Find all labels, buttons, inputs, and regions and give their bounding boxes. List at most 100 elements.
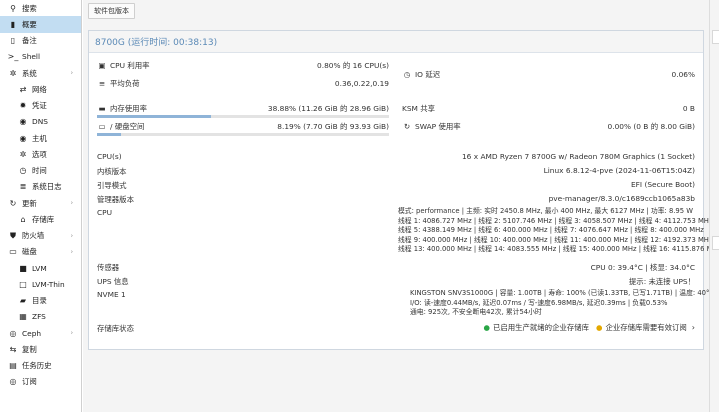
repo-ok-text: 已启用生产就绪的企业存储库 [492, 323, 590, 332]
sidebar-item[interactable]: ✲ 选项 [0, 146, 81, 162]
nvme-info-line: I/O: 读-速度0.44MB/s, 延迟0.07ms / 写-速度6.98MB… [410, 298, 668, 307]
disk-space-bar-fill [97, 133, 121, 136]
io-delay-label: IO 延迟 [415, 69, 441, 79]
chevron-right-icon: › [70, 329, 73, 337]
repo-status-value[interactable]: ● 已启用生产就绪的企业存储库 ● 企业存储库需要有效订阅 › [483, 322, 695, 333]
load-average-value: 0.36,0.22,0.19 [334, 78, 389, 88]
swap-row: ↻ SWAP 使用率 [402, 120, 461, 132]
memory-usage-bar [97, 115, 389, 118]
sidebar-item[interactable]: ◷ 时间 [0, 163, 81, 179]
cpu-usage-label: CPU 利用率 [110, 60, 150, 70]
sidebar-item[interactable]: ▤ 任务历史 [0, 358, 81, 374]
note-icon: ▯ [10, 36, 16, 46]
cpu-info-label: CPU [97, 208, 113, 217]
square-outline-icon: □ [19, 279, 27, 289]
sidebar-item-label: 磁盘 [22, 247, 37, 257]
disk-space-label: / 硬盘空间 [110, 121, 145, 131]
summary-panel: 8700G (运行时间: 00:38:13) ▣ CPU 利用率 0.80% 的… [88, 30, 719, 350]
right-panel-edge [709, 0, 719, 412]
sidebar-item[interactable]: ⚲ 搜索 [0, 0, 81, 16]
cpu-usage-value: 0.80% 的 16 CPU(s) [317, 60, 389, 70]
ups-value: 提示: 未连接 UPS！ [628, 277, 695, 286]
ksm-label: KSM 共享 [402, 103, 436, 113]
ksm-row: KSM 共享 [402, 102, 435, 114]
sidebar-item-label: LVM-Thin [32, 279, 65, 289]
refresh-icon: ↻ [9, 198, 17, 208]
cpu-info-block: 模式: performance | 主频: 实时 2450.8 MHz, 最小 … [398, 207, 719, 255]
package-versions-button[interactable]: 软件包版本 [88, 3, 135, 19]
kernel-label: 内核版本 [97, 167, 127, 176]
toolbar: 软件包版本 [83, 0, 709, 22]
sidebar-item-label: 防火墙 [22, 231, 45, 241]
sidebar-item[interactable]: ↻ 更新 › [0, 195, 81, 211]
clock-icon: ◷ [19, 166, 27, 176]
sidebar-item[interactable]: ✹ 凭证 [0, 98, 81, 114]
sidebar-item[interactable]: ■ LVM [0, 260, 81, 276]
sidebar-item[interactable]: ≣ 系统日志 [0, 179, 81, 195]
nvme-info-block: KINGSTON SNV3S1000G | 容量: 1.00TB | 寿命: 1… [410, 289, 714, 318]
sidebar-item[interactable]: ⇄ 网络 [0, 81, 81, 97]
right-panel-tab[interactable] [712, 30, 719, 44]
sidebar-item[interactable]: ⌂ 存储库 [0, 211, 81, 227]
retweet-icon: ⇆ [9, 344, 17, 354]
load-average-label: 平均负荷 [110, 78, 140, 88]
sidebar-item-label: Shell [22, 52, 41, 62]
sidebar-item-label: 概要 [22, 19, 37, 29]
list-alt-icon: ▤ [9, 361, 17, 371]
terminal-icon: >_ [7, 52, 19, 62]
sidebar-item[interactable]: ⛊ 防火墙 › [0, 228, 81, 244]
sidebar-item-label: 网络 [32, 84, 47, 94]
exchange-icon: ⇄ [19, 84, 27, 94]
sidebar-item[interactable]: ▭ 磁盘 › [0, 244, 81, 260]
hdd-icon: ▭ [9, 247, 17, 257]
repo-status-label: 存储库状态 [97, 324, 134, 333]
memory-usage-label: 内存使用率 [110, 103, 147, 113]
sidebar-item[interactable]: ◎ 订阅 [0, 374, 81, 390]
sidebar-item[interactable]: ◎ Ceph › [0, 325, 81, 341]
clock-icon: ◷ [403, 69, 411, 79]
grid-icon: ▦ [19, 312, 27, 322]
cpus-value: 16 x AMD Ryzen 7 8700G w/ Radeon 780M Gr… [461, 152, 695, 161]
sidebar-item[interactable]: ▯ 备注 [0, 33, 81, 49]
sidebar-item-label: 存储库 [32, 214, 55, 224]
sidebar-item[interactable]: ▮ 概要 [0, 16, 81, 33]
sidebar-item-label: 搜索 [22, 3, 37, 13]
sidebar-item[interactable]: ⇆ 复制 [0, 341, 81, 357]
cpu-usage-row: ▣ CPU 利用率 [97, 59, 150, 71]
nvme-label: NVME 1 [97, 290, 126, 299]
sidebar-item[interactable]: ◉ DNS [0, 114, 81, 130]
disk-space-row: ▭ / 硬盘空间 [97, 120, 144, 132]
book-icon: ▮ [10, 19, 16, 29]
square-icon: ■ [19, 263, 27, 273]
sidebar-item-label: 任务历史 [22, 361, 52, 371]
gears-icon: ✲ [9, 68, 17, 78]
sidebar-item[interactable]: ✲ 系统 › [0, 65, 81, 81]
main-area: 软件包版本 8700G (运行时间: 00:38:13) ▣ CPU 利用率 0… [83, 0, 719, 412]
globe-icon: ◉ [19, 117, 27, 127]
sidebar-item[interactable]: >_ Shell [0, 49, 81, 65]
io-delay-value: 0.06% [671, 69, 695, 79]
memory-icon: ▬ [98, 103, 106, 113]
memory-usage-bar-fill [97, 115, 211, 118]
disk-space-value: 8.19% (7.70 GiB 的 93.93 GiB) [277, 121, 389, 131]
chevron-right-icon: › [70, 199, 73, 207]
tasks-icon: ≡ [98, 78, 106, 88]
sidebar-item-label: ZFS [32, 312, 46, 322]
sidebar-item[interactable]: ▰ 目录 [0, 293, 81, 309]
right-panel-tab[interactable] [712, 236, 719, 250]
cpu-info-line: 线程 9: 400.000 MHz | 线程 10: 400.000 MHz |… [398, 235, 713, 244]
sidebar-item[interactable]: ▦ ZFS [0, 309, 81, 325]
boot-mode-label: 引导模式 [97, 181, 127, 190]
sidebar-item-label: 主机 [32, 133, 47, 143]
sidebar-item-label: 目录 [32, 296, 47, 306]
refresh-icon: ↻ [403, 121, 411, 131]
sidebar-item-label: 复制 [22, 344, 37, 354]
sidebar-item[interactable]: □ LVM-Thin [0, 276, 81, 292]
manager-version-label: 管理器版本 [97, 195, 134, 204]
chevron-right-icon: › [70, 248, 73, 256]
sidebar-item[interactable]: ◉ 主机 [0, 130, 81, 146]
chevron-right-icon: › [70, 69, 73, 77]
certificate-icon: ✹ [19, 101, 27, 111]
chevron-right-icon: › [691, 323, 695, 332]
search-icon: ⚲ [10, 3, 16, 13]
